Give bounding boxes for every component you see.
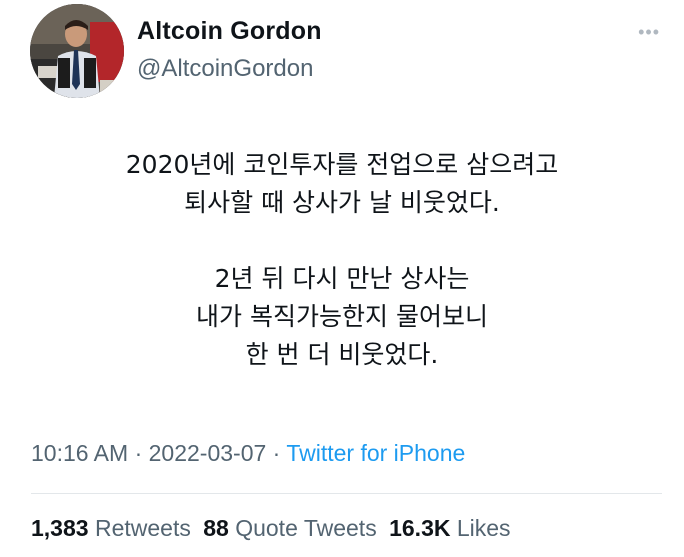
meta-separator: · <box>128 440 149 466</box>
likes-stat[interactable]: 16.3K Likes <box>389 515 510 541</box>
author-display-name[interactable]: Altcoin Gordon <box>137 17 322 46</box>
tweet-time[interactable]: 10:16 AM <box>31 440 128 466</box>
author-handle[interactable]: @AltcoinGordon <box>137 55 313 83</box>
divider <box>31 493 662 494</box>
retweets-count: 1,383 <box>31 515 89 541</box>
tweet-text-line: 2020년에 코인투자를 전업으로 삼으려고 <box>125 150 559 179</box>
tweet-text: 2020년에 코인투자를 전업으로 삼으려고 퇴사할 때 상사가 날 비웃었다.… <box>0 146 684 374</box>
tweet-text-line: 2년 뒤 다시 만난 상사는 <box>214 264 470 293</box>
retweets-label: Retweets <box>94 515 191 541</box>
tweet-card: Altcoin Gordon @AltcoinGordon ••• 2020년에… <box>0 0 684 557</box>
tweet-text-line: 퇴사할 때 상사가 날 비웃었다. <box>184 188 500 217</box>
more-options-icon[interactable]: ••• <box>638 22 660 43</box>
likes-count: 16.3K <box>389 515 451 541</box>
quote-tweets-label: Quote Tweets <box>235 515 377 541</box>
engagement-stats: 1,383 Retweets 88 Quote Tweets 16.3K Lik… <box>31 515 517 542</box>
avatar-photo <box>30 4 124 98</box>
retweets-stat[interactable]: 1,383 Retweets <box>31 515 191 541</box>
tweet-date[interactable]: 2022-03-07 <box>149 440 267 466</box>
tweet-text-line: 내가 복직가능한지 물어보니 <box>196 302 488 331</box>
quote-tweets-count: 88 <box>203 515 229 541</box>
quote-tweets-stat[interactable]: 88 Quote Tweets <box>203 515 376 541</box>
tweet-meta: 10:16 AM · 2022-03-07 · Twitter for iPho… <box>31 440 465 467</box>
tweet-source-link[interactable]: Twitter for iPhone <box>286 440 465 466</box>
likes-label: Likes <box>456 515 511 541</box>
tweet-text-line: 한 번 더 비웃었다. <box>245 340 439 369</box>
meta-separator: · <box>266 440 287 466</box>
avatar[interactable] <box>30 4 124 98</box>
